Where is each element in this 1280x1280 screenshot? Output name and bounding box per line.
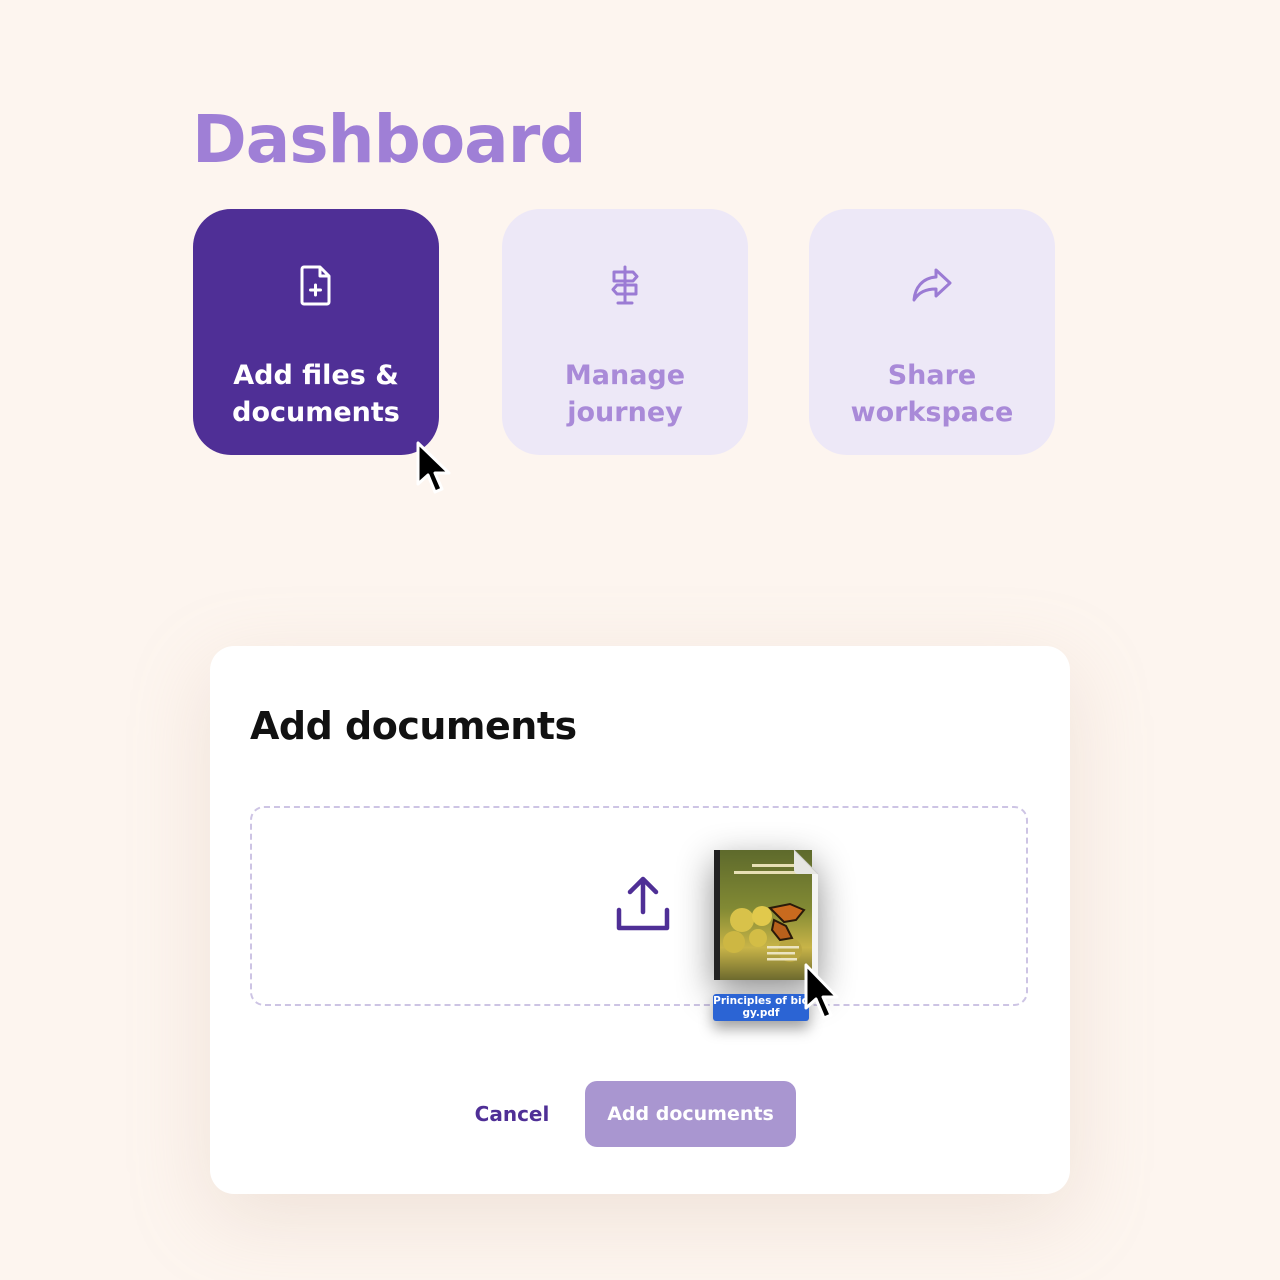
card-label: Manage journey (564, 360, 686, 428)
add-documents-button[interactable]: Add documents (585, 1081, 796, 1147)
upload-icon (616, 876, 670, 931)
dialog-title: Add documents (250, 704, 577, 748)
card-manage-journey[interactable]: Manage journey (502, 209, 748, 455)
signpost-icon (611, 265, 639, 305)
page-title: Dashboard (192, 101, 587, 178)
drag-pointer-icon (804, 963, 839, 1020)
card-label: Add files & documents (232, 360, 400, 428)
file-plus-icon (300, 265, 331, 306)
mouse-pointer-icon (416, 441, 451, 494)
page: Dashboard Add files & documents Manage j… (0, 0, 1280, 1280)
cancel-button[interactable]: Cancel (462, 1081, 562, 1147)
card-share-workspace[interactable]: Share workspace (809, 209, 1055, 455)
share-arrow-icon (912, 268, 952, 302)
card-label: Share workspace (850, 360, 1014, 428)
dragged-file-name: Principles of bio gy.pdf (713, 994, 809, 1021)
card-add-files[interactable]: Add files & documents (193, 209, 439, 455)
add-documents-dialog: Add documents Principles of bio gy.pdf C… (210, 646, 1070, 1194)
